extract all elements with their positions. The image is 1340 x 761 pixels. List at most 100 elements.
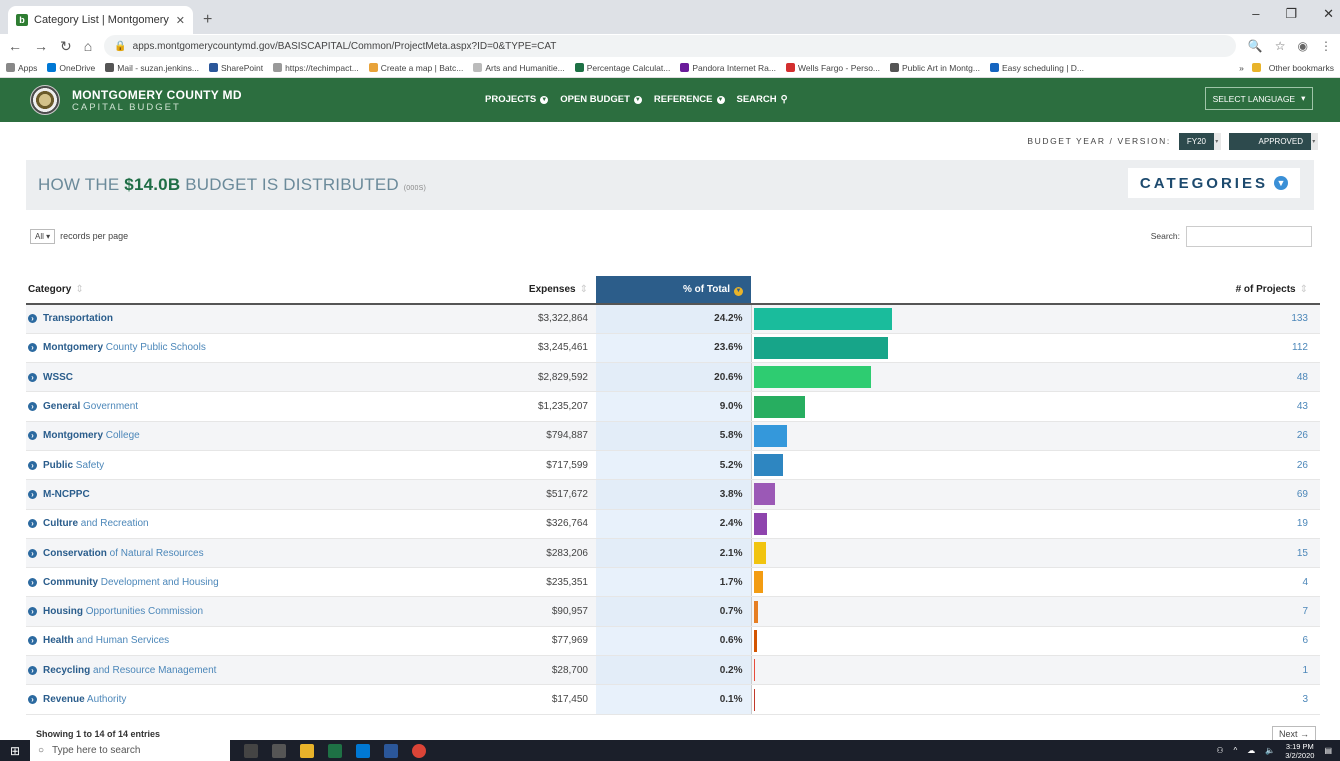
nav-projects[interactable]: PROJECTS ▼ xyxy=(485,94,549,105)
menu-icon[interactable]: ⋮ xyxy=(1320,39,1332,53)
brand[interactable]: MONTGOMERY COUNTY MD CAPITAL BUDGET xyxy=(72,88,242,113)
bookmark-item[interactable]: Arts and Humanitie... xyxy=(473,63,565,73)
volume-icon[interactable]: 🔈 xyxy=(1265,746,1275,755)
table-row[interactable]: › Recycling and Resource Management $28,70… xyxy=(26,655,1320,686)
expand-icon[interactable]: › xyxy=(28,607,37,617)
table-row[interactable]: › Revenue Authority $17,450 0.1% 3 xyxy=(26,684,1320,715)
word-icon[interactable] xyxy=(384,743,398,758)
microphone-icon[interactable] xyxy=(244,743,258,758)
excel-icon[interactable] xyxy=(328,743,342,758)
taskbar-search[interactable]: ○ Type here to search xyxy=(30,740,230,761)
expand-icon[interactable]: › xyxy=(28,695,37,704)
new-tab-icon[interactable]: + xyxy=(203,11,212,29)
header-percent-total[interactable]: % of Total ▼ xyxy=(596,276,751,305)
bookmark-item[interactable]: Create a map | Batc... xyxy=(368,63,463,73)
bookmark-item[interactable]: Mail - suzan.jenkins... xyxy=(105,63,199,73)
projects-cell[interactable]: 26 xyxy=(1156,450,1320,481)
close-window-icon[interactable]: ✕ xyxy=(1323,6,1334,22)
projects-cell[interactable]: 1 xyxy=(1156,655,1320,686)
county-seal-logo[interactable] xyxy=(30,85,60,115)
browser-tab[interactable]: b Category List | Montgomery Cou ✕ xyxy=(8,6,193,34)
expand-icon[interactable]: › xyxy=(28,431,37,441)
expand-icon[interactable]: › xyxy=(28,665,37,675)
table-row[interactable]: › Health and Human Services $77,969 0.6% 6 xyxy=(26,626,1320,657)
category-cell[interactable]: › Montgomery College xyxy=(26,421,466,451)
nav-open-budget[interactable]: OPEN BUDGET ▼ xyxy=(560,94,642,105)
maximize-icon[interactable]: ❐ xyxy=(1285,6,1297,22)
expand-icon[interactable]: › xyxy=(28,548,37,558)
outlook-icon[interactable] xyxy=(356,743,370,758)
bookmark-item[interactable]: Percentage Calculat... xyxy=(574,63,670,73)
projects-cell[interactable]: 19 xyxy=(1156,509,1320,539)
table-row[interactable]: › Transportation $3,322,864 24.2% 133 xyxy=(26,304,1320,334)
nav-search[interactable]: SEARCH ⚲ xyxy=(737,94,788,105)
home-icon[interactable]: ⌂ xyxy=(84,38,92,54)
expand-icon[interactable]: › xyxy=(28,372,37,382)
bookmark-item[interactable]: Apps xyxy=(6,63,37,73)
header-expenses[interactable]: Expenses ⇕ xyxy=(466,276,596,305)
projects-cell[interactable]: 7 xyxy=(1156,596,1320,627)
projects-cell[interactable]: 48 xyxy=(1156,362,1320,393)
language-select[interactable]: SELECT LANGUAGE ▾ xyxy=(1205,87,1313,110)
version-select[interactable]: APPROVED xyxy=(1229,132,1311,150)
category-cell[interactable]: › Health and Human Services xyxy=(26,626,466,657)
category-cell[interactable]: › Montgomery County Public Schools xyxy=(26,333,466,364)
other-bookmarks[interactable]: » Other bookmarks xyxy=(1239,63,1334,73)
file-explorer-icon[interactable] xyxy=(300,743,314,758)
category-cell[interactable]: › Culture and Recreation xyxy=(26,509,466,539)
category-cell[interactable]: › Transportation xyxy=(26,304,466,334)
extension-icon[interactable]: ◉ xyxy=(1298,39,1308,53)
minimize-icon[interactable]: – xyxy=(1252,6,1259,22)
category-cell[interactable]: › WSSC xyxy=(26,362,466,393)
expand-icon[interactable]: › xyxy=(28,577,37,587)
category-cell[interactable]: › Conservation of Natural Resources xyxy=(26,538,466,569)
table-row[interactable]: › Housing Opportunities Commission $90,957… xyxy=(26,596,1320,627)
reload-icon[interactable]: ↻ xyxy=(60,38,72,55)
table-row[interactable]: › M-NCPPC $517,672 3.8% 69 xyxy=(26,479,1320,510)
expand-icon[interactable]: › xyxy=(28,314,37,324)
projects-cell[interactable]: 6 xyxy=(1156,626,1320,657)
expand-icon[interactable]: › xyxy=(28,402,37,412)
table-row[interactable]: › Community Development and Housing $235,3… xyxy=(26,567,1320,598)
fiscal-year-select[interactable]: FY20 xyxy=(1178,132,1214,150)
projects-cell[interactable]: 26 xyxy=(1156,421,1320,451)
expand-icon[interactable]: › xyxy=(28,519,37,529)
expand-icon[interactable]: › xyxy=(28,489,37,499)
windows-start-icon[interactable]: ⊞ xyxy=(0,744,30,758)
back-icon[interactable]: ← xyxy=(8,38,22,54)
category-cell[interactable]: › Housing Opportunities Commission xyxy=(26,596,466,627)
close-tab-icon[interactable]: ✕ xyxy=(176,14,185,27)
category-cell[interactable]: › Revenue Authority xyxy=(26,684,466,715)
category-cell[interactable]: › M-NCPPC xyxy=(26,479,466,510)
table-row[interactable]: › Public Safety $717,599 5.2% 26 xyxy=(26,450,1320,481)
expand-icon[interactable]: › xyxy=(28,636,37,646)
clock[interactable]: 3:19 PM 3/2/2020 xyxy=(1285,742,1314,760)
projects-cell[interactable]: 133 xyxy=(1156,304,1320,334)
projects-cell[interactable]: 43 xyxy=(1156,391,1320,422)
star-icon[interactable]: ☆ xyxy=(1275,39,1286,53)
forward-icon[interactable]: → xyxy=(34,38,48,54)
table-row[interactable]: › Montgomery College $794,887 5.8% 26 xyxy=(26,421,1320,451)
records-per-page-select[interactable]: All ▾ xyxy=(30,228,56,244)
projects-cell[interactable]: 3 xyxy=(1156,684,1320,715)
bookmark-item[interactable]: Wells Fargo - Perso... xyxy=(785,63,880,73)
table-row[interactable]: › Conservation of Natural Resources $283,2… xyxy=(26,538,1320,569)
bookmark-item[interactable]: Easy scheduling | D... xyxy=(989,63,1084,73)
bookmark-item[interactable]: OneDrive xyxy=(47,63,95,73)
projects-cell[interactable]: 112 xyxy=(1156,333,1320,364)
table-row[interactable]: › General Government $1,235,207 9.0% 43 xyxy=(26,391,1320,422)
nav-reference[interactable]: REFERENCE ▼ xyxy=(654,94,725,105)
projects-cell[interactable]: 4 xyxy=(1156,567,1320,598)
header-projects[interactable]: # of Projects ⇕ xyxy=(1156,276,1320,305)
bookmark-item[interactable]: https://techimpact... xyxy=(273,63,359,73)
expand-icon[interactable]: › xyxy=(28,343,37,353)
url-field[interactable]: 🔒 apps.montgomerycountymd.gov/BASISCAPIT… xyxy=(104,35,1236,57)
category-cell[interactable]: › Community Development and Housing xyxy=(26,567,466,598)
projects-cell[interactable]: 69 xyxy=(1156,479,1320,510)
tray-expand-icon[interactable]: ^ xyxy=(1234,746,1238,755)
chrome-icon[interactable] xyxy=(412,743,426,758)
search-input[interactable] xyxy=(1186,225,1312,247)
task-view-icon[interactable] xyxy=(272,743,286,758)
bookmark-item[interactable]: Public Art in Montg... xyxy=(890,63,980,73)
bookmark-item[interactable]: SharePoint xyxy=(209,63,263,73)
